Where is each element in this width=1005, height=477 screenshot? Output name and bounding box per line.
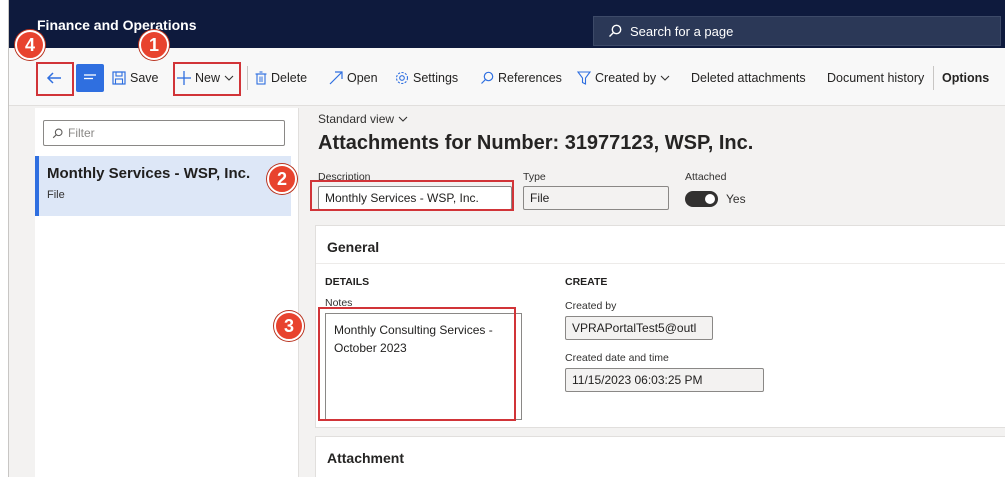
view-label: Standard view — [318, 112, 395, 126]
list-toggle-button[interactable] — [76, 64, 104, 92]
search-box[interactable]: Search for a page — [593, 16, 1001, 46]
list-item[interactable]: Monthly Services - WSP, Inc. File — [35, 156, 291, 216]
app-window: Finance and Operations Search for a page… — [8, 0, 1005, 477]
divider — [933, 66, 934, 90]
chevron-down-icon — [398, 116, 408, 122]
annotation-badge-3: 3 — [274, 311, 304, 341]
filter-placeholder: Filter — [68, 126, 95, 140]
record-list-pane: Filter Monthly Services - WSP, Inc. File — [35, 108, 299, 477]
created-by-label: Created by — [595, 71, 657, 85]
type-label: Type — [523, 171, 546, 183]
chevron-down-icon — [660, 75, 670, 81]
open-label: Open — [347, 71, 378, 85]
divider — [247, 66, 248, 90]
save-icon — [112, 71, 126, 85]
lines-icon — [84, 74, 96, 80]
attached-label: Attached — [685, 171, 727, 183]
filter-input[interactable]: Filter — [43, 120, 285, 146]
annotation-box-notes — [318, 307, 516, 421]
created-by-filter-button[interactable]: Created by — [577, 67, 674, 89]
create-group-label: CREATE — [565, 276, 608, 288]
deleted-attachments-label: Deleted attachments — [691, 71, 806, 85]
type-value: File — [530, 191, 550, 205]
created-dt-field[interactable]: 11/15/2023 06:03:25 PM — [565, 368, 764, 392]
save-label: Save — [130, 71, 159, 85]
attachment-section: Attachment — [315, 436, 1005, 477]
filter-icon — [577, 71, 591, 85]
options-label: Options — [942, 71, 990, 85]
search-icon — [481, 71, 494, 84]
created-dt-label: Created date and time — [565, 352, 669, 364]
created-by-field[interactable]: VPRAPortalTest5@outl — [565, 316, 713, 340]
search-placeholder: Search for a page — [630, 23, 734, 39]
annotation-box-back — [36, 62, 74, 96]
app-title[interactable]: Finance and Operations — [37, 17, 196, 33]
search-icon — [609, 24, 622, 37]
annotation-badge-4: 4 — [15, 30, 45, 60]
references-label: References — [498, 71, 562, 85]
annotation-badge-2: 2 — [267, 164, 297, 194]
settings-label: Settings — [413, 71, 459, 85]
created-dt-value: 11/15/2023 06:03:25 PM — [572, 373, 703, 387]
options-tab[interactable]: Options — [942, 67, 989, 89]
document-history-button[interactable]: Document history — [827, 67, 924, 89]
type-field[interactable]: File — [523, 186, 669, 210]
deleted-attachments-button[interactable]: Deleted attachments — [691, 67, 806, 89]
settings-button[interactable]: Settings — [395, 67, 458, 89]
open-button[interactable]: Open — [329, 67, 378, 89]
annotation-box-description — [310, 180, 514, 211]
view-selector[interactable]: Standard view — [318, 112, 408, 126]
annotation-badge-1: 1 — [139, 30, 169, 60]
created-by-label: Created by — [565, 300, 617, 312]
toggle-knob — [705, 194, 715, 204]
document-history-label: Document history — [827, 71, 925, 85]
list-item-subtitle: File — [47, 189, 65, 201]
annotation-box-new — [173, 62, 241, 96]
general-header[interactable]: General — [316, 226, 1005, 264]
details-group-label: DETAILS — [325, 276, 370, 288]
open-arrow-icon — [329, 71, 343, 85]
delete-button[interactable]: Delete — [255, 67, 307, 89]
save-button[interactable]: Save — [112, 67, 159, 89]
created-by-value: VPRAPortalTest5@outl — [572, 321, 697, 335]
trash-icon — [255, 71, 267, 85]
page-title: Attachments for Number: 31977123, WSP, I… — [318, 132, 754, 154]
attached-toggle[interactable] — [685, 191, 718, 207]
delete-label: Delete — [271, 71, 308, 85]
gear-icon — [395, 71, 409, 85]
attached-value: Yes — [726, 192, 746, 206]
attachment-header[interactable]: Attachment — [316, 437, 1005, 475]
list-item-title: Monthly Services - WSP, Inc. — [47, 165, 251, 182]
references-button[interactable]: References — [480, 67, 562, 89]
search-icon — [52, 127, 63, 138]
